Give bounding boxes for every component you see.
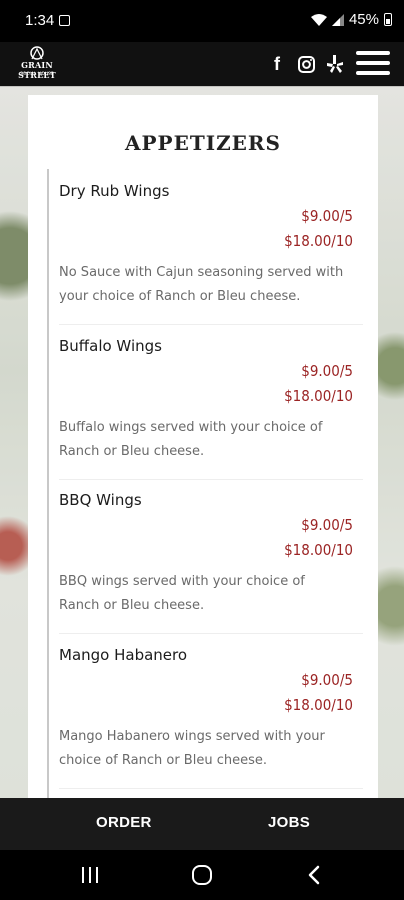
item-description: Mango Habanero wings served with your ch… — [59, 729, 325, 768]
logo-mark-icon — [30, 46, 44, 60]
item-description: Buffalo wings served with your choice of… — [59, 420, 323, 459]
item-name: BBQ Wings — [59, 491, 142, 509]
item-price-5: $9.00/5 — [301, 671, 353, 689]
menu-card: APPETIZERS Dry Rub Wings $9.00/5 $18.00/… — [28, 95, 378, 798]
signal-icon — [331, 13, 344, 26]
instagram-icon[interactable] — [295, 49, 317, 79]
logo-text: GRAIN STREET — [18, 60, 56, 80]
battery-icon — [384, 13, 392, 26]
hamburger-menu-icon[interactable] — [356, 48, 390, 78]
item-price-10: $18.00/10 — [284, 541, 353, 559]
yelp-icon[interactable] — [324, 49, 346, 79]
status-time: 1:34 — [25, 12, 55, 29]
menu-item: Mango Habanero $9.00/5 $18.00/10 Mango H… — [59, 633, 363, 789]
item-name: Buffalo Wings — [59, 337, 162, 355]
item-price-5: $9.00/5 — [301, 516, 353, 534]
jobs-button[interactable]: JOBS — [268, 814, 310, 831]
menu-item: Dry Rub Wings $9.00/5 $18.00/10 No Sauce… — [59, 169, 363, 325]
status-right: 45% — [310, 11, 392, 28]
logo-subtext: SOCIAL HOUSE — [20, 71, 54, 76]
facebook-icon[interactable]: f — [266, 49, 288, 79]
item-description: No Sauce with Cajun seasoning served wit… — [59, 265, 344, 304]
order-button[interactable]: ORDER — [96, 814, 152, 831]
menu-item: BBQ Wings $9.00/5 $18.00/10 BBQ wings se… — [59, 478, 363, 634]
site-logo[interactable]: GRAIN STREET SOCIAL HOUSE — [12, 46, 62, 82]
divider-line — [47, 169, 49, 798]
item-price-10: $18.00/10 — [284, 387, 353, 405]
battery-percent: 45% — [348, 11, 379, 28]
section-title: APPETIZERS — [125, 131, 281, 155]
item-description: BBQ wings served with your choice of Ran… — [59, 574, 305, 613]
menu-item: Buffalo Wings $9.00/5 $18.00/10 Buffalo … — [59, 324, 363, 480]
notification-icon — [59, 15, 70, 26]
item-price-10: $18.00/10 — [284, 696, 353, 714]
back-icon[interactable] — [304, 865, 324, 885]
system-nav-bar — [0, 850, 404, 900]
item-price-10: $18.00/10 — [284, 232, 353, 250]
status-bar: 1:34 45% — [0, 0, 404, 42]
bottom-action-bar: ORDER JOBS — [0, 798, 404, 850]
site-header: GRAIN STREET SOCIAL HOUSE f — [0, 42, 404, 87]
item-price-5: $9.00/5 — [301, 362, 353, 380]
item-name: Mango Habanero — [59, 646, 188, 664]
home-icon[interactable] — [192, 865, 212, 885]
item-price-5: $9.00/5 — [301, 207, 353, 225]
wifi-icon — [310, 13, 327, 26]
recent-apps-icon[interactable] — [80, 867, 100, 883]
item-name: Dry Rub Wings — [59, 182, 170, 200]
